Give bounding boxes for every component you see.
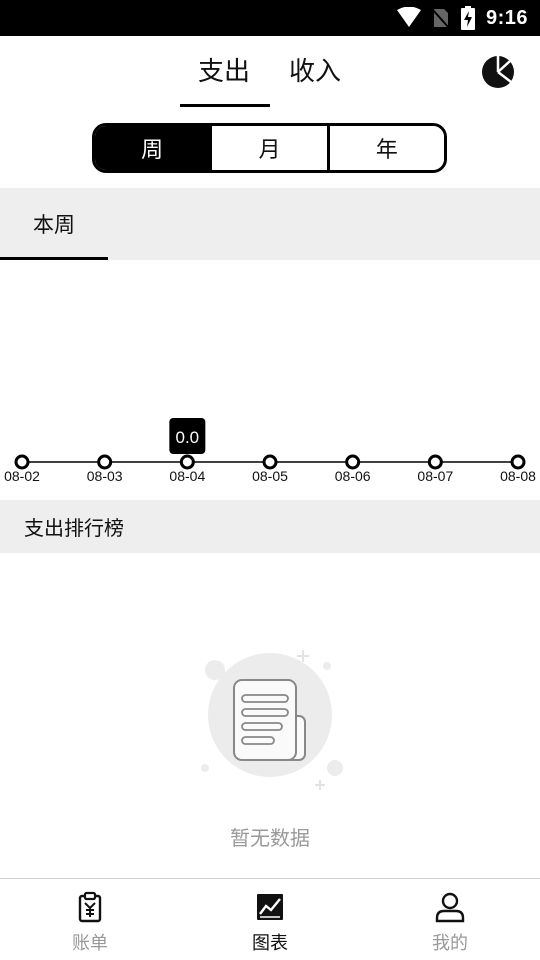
- nav-label-bills: 账单: [72, 933, 108, 954]
- data-point[interactable]: [262, 454, 278, 470]
- bottom-nav: 账单 图表 我的: [0, 878, 540, 960]
- segment-year[interactable]: 年: [326, 126, 444, 170]
- chart-icon: [257, 894, 283, 920]
- nav-label-charts: 图表: [252, 933, 288, 954]
- tab-expense[interactable]: 支出: [198, 54, 250, 90]
- status-time: 9:16: [485, 6, 528, 29]
- empty-document-icon: [185, 640, 355, 790]
- data-point[interactable]: [510, 454, 526, 470]
- tab-indicator: [180, 104, 270, 107]
- status-bar: 9:16: [0, 0, 540, 36]
- tab-income[interactable]: 收入: [289, 54, 341, 90]
- period-tab-strip: 本周: [0, 188, 540, 260]
- header: 支出 收入: [0, 36, 540, 108]
- expense-chart: 08-02 08-03 08-04 08-05 08-06 08-07 08-08 0.0: [0, 260, 540, 500]
- segment-week[interactable]: 周: [95, 126, 210, 170]
- wifi-icon: [396, 7, 422, 29]
- x-tick-label: 08-07: [417, 468, 453, 484]
- tooltip-value: 0.0: [176, 428, 200, 447]
- nav-item-profile[interactable]: 我的: [360, 879, 540, 960]
- period-selector: 周 月 年: [92, 123, 447, 173]
- x-tick-label: 08-08: [500, 468, 536, 484]
- nav-item-charts[interactable]: 图表: [180, 879, 360, 960]
- data-point[interactable]: [14, 454, 30, 470]
- tab-this-week[interactable]: 本周: [0, 188, 108, 260]
- data-point[interactable]: [427, 454, 443, 470]
- pie-chart-icon[interactable]: [480, 54, 516, 90]
- x-tick-label: 08-02: [4, 468, 40, 484]
- no-sim-icon: [432, 7, 450, 29]
- nav-label-profile: 我的: [432, 933, 468, 954]
- data-point[interactable]: [97, 454, 113, 470]
- line-chart: 08-02 08-03 08-04 08-05 08-06 08-07 08-08 0.0: [4, 418, 536, 484]
- x-tick-label: 08-04: [169, 468, 205, 484]
- empty-state-text: 暂无数据: [230, 826, 310, 850]
- ranking-title: 支出排行榜: [0, 500, 540, 553]
- x-tick-label: 08-06: [335, 468, 371, 484]
- segment-month[interactable]: 月: [209, 126, 327, 170]
- battery-charging-icon: [460, 6, 476, 30]
- x-tick-label: 08-03: [87, 468, 123, 484]
- person-icon: [435, 892, 465, 923]
- data-point[interactable]: [345, 454, 361, 470]
- data-point[interactable]: [179, 454, 195, 470]
- app-screen: 9:16 支出 收入 周 月 年 本周 08-02 08-03 08-04 08-05…: [0, 0, 540, 960]
- x-tick-label: 08-05: [252, 468, 288, 484]
- bill-icon: [78, 891, 102, 923]
- nav-item-bills[interactable]: 账单: [0, 879, 180, 960]
